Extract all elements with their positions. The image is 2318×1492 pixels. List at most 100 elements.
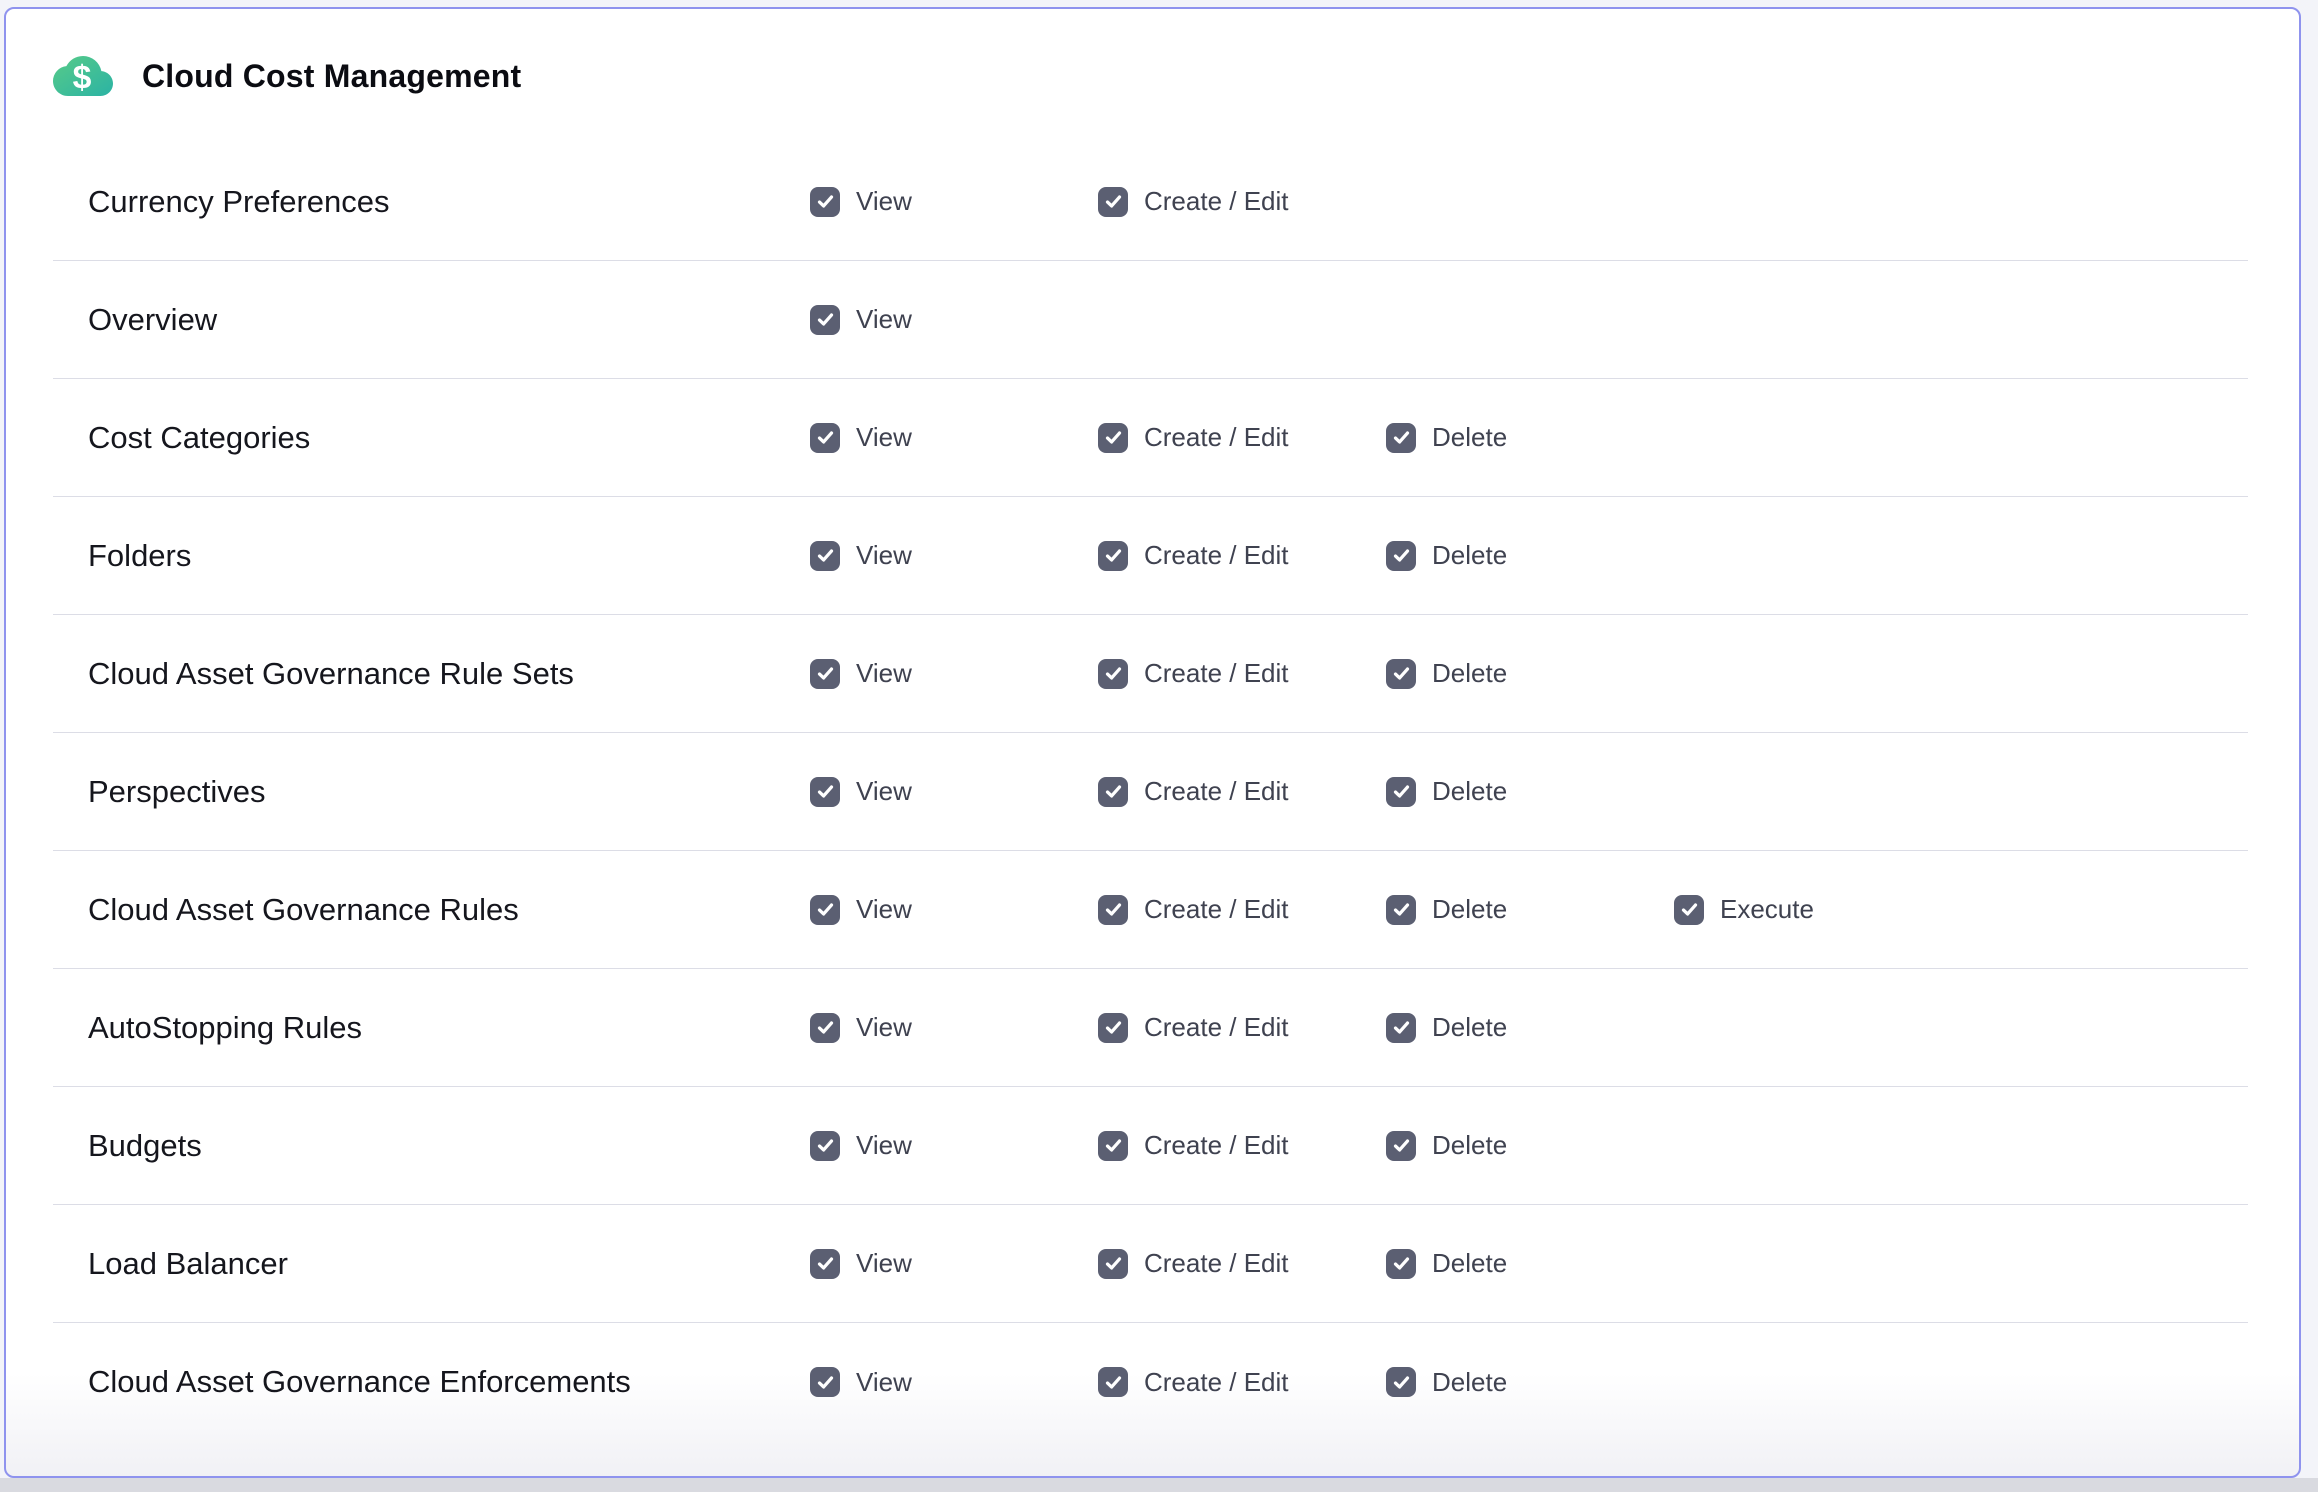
permission-cell-delete: Delete: [1386, 1367, 1674, 1398]
permission-cell-delete: Delete: [1386, 776, 1674, 807]
permission-row: Overview View: [53, 261, 2248, 379]
permission-label: Delete: [1432, 1130, 1507, 1161]
permission-cell-create-edit: Create / Edit: [1098, 658, 1386, 689]
permission-cell-view: View: [810, 776, 1098, 807]
permission-cell-view: View: [810, 658, 1098, 689]
checkbox-view[interactable]: [810, 1131, 840, 1161]
check-icon: [816, 1254, 835, 1273]
check-icon: [1104, 1373, 1123, 1392]
permission-label: Create / Edit: [1144, 894, 1289, 925]
permission-cell-view: View: [810, 1367, 1098, 1398]
check-icon: [1392, 1373, 1411, 1392]
permission-cell-delete: Delete: [1386, 1130, 1674, 1161]
checkbox-view[interactable]: [810, 659, 840, 689]
check-icon: [1392, 1018, 1411, 1037]
checkbox-view[interactable]: [810, 1367, 840, 1397]
permission-cell-create-edit: Create / Edit: [1098, 1012, 1386, 1043]
permission-cell-create-edit: Create / Edit: [1098, 1130, 1386, 1161]
permission-row: Load Balancer ViewCreate / EditDelete: [53, 1205, 2248, 1323]
check-icon: [1104, 192, 1123, 211]
page-bottom-strip: [0, 1478, 2318, 1492]
check-icon: [1392, 900, 1411, 919]
checkbox-view[interactable]: [810, 423, 840, 453]
cloud-dollar-icon: $: [52, 51, 114, 101]
permission-cell-create-edit: Create / Edit: [1098, 422, 1386, 453]
checkbox-view[interactable]: [810, 305, 840, 335]
permission-cell-delete: Delete: [1386, 540, 1674, 571]
permission-cell-view: View: [810, 304, 1098, 335]
checkbox-delete[interactable]: [1386, 895, 1416, 925]
permission-row: AutoStopping Rules ViewCreate / EditDele…: [53, 969, 2248, 1087]
permission-cell-delete: Delete: [1386, 894, 1674, 925]
resource-label: Folders: [88, 538, 810, 574]
permission-cell-view: View: [810, 540, 1098, 571]
checkbox-create-edit[interactable]: [1098, 659, 1128, 689]
resource-label: Cloud Asset Governance Enforcements: [88, 1364, 810, 1400]
permission-cell-delete: Delete: [1386, 422, 1674, 453]
check-icon: [1104, 900, 1123, 919]
check-icon: [1392, 782, 1411, 801]
check-icon: [1680, 900, 1699, 919]
checkbox-delete[interactable]: [1386, 1367, 1416, 1397]
checkbox-view[interactable]: [810, 895, 840, 925]
permission-cell-view: View: [810, 1248, 1098, 1279]
check-icon: [1392, 1136, 1411, 1155]
permission-row: Cloud Asset Governance Enforcements View…: [53, 1323, 2248, 1441]
permission-label: View: [856, 894, 912, 925]
checkbox-create-edit[interactable]: [1098, 1131, 1128, 1161]
checkbox-create-edit[interactable]: [1098, 187, 1128, 217]
checkbox-delete[interactable]: [1386, 777, 1416, 807]
permission-row: Currency Preferences ViewCreate / Edit: [53, 143, 2248, 261]
permission-cell-create-edit: Create / Edit: [1098, 1367, 1386, 1398]
check-icon: [816, 1373, 835, 1392]
checkbox-create-edit[interactable]: [1098, 1367, 1128, 1397]
check-icon: [816, 900, 835, 919]
permission-label: Create / Edit: [1144, 1248, 1289, 1279]
permission-label: View: [856, 422, 912, 453]
checkbox-view[interactable]: [810, 1013, 840, 1043]
permission-label: View: [856, 1012, 912, 1043]
permission-label: View: [856, 658, 912, 689]
permission-label: View: [856, 1130, 912, 1161]
checkbox-delete[interactable]: [1386, 659, 1416, 689]
checkbox-create-edit[interactable]: [1098, 423, 1128, 453]
permission-cell-execute: Execute: [1674, 894, 1962, 925]
check-icon: [816, 664, 835, 683]
checkbox-view[interactable]: [810, 1249, 840, 1279]
checkbox-create-edit[interactable]: [1098, 541, 1128, 571]
resource-label: AutoStopping Rules: [88, 1010, 810, 1046]
checkbox-view[interactable]: [810, 187, 840, 217]
permission-row: Folders ViewCreate / EditDelete: [53, 497, 2248, 615]
permission-row: Cloud Asset Governance Rules ViewCreate …: [53, 851, 2248, 969]
checkbox-create-edit[interactable]: [1098, 777, 1128, 807]
checkbox-create-edit[interactable]: [1098, 1249, 1128, 1279]
dollar-glyph: $: [73, 58, 92, 96]
permission-label: Delete: [1432, 776, 1507, 807]
permission-label: Delete: [1432, 894, 1507, 925]
check-icon: [816, 1018, 835, 1037]
check-icon: [816, 192, 835, 211]
permission-label: View: [856, 186, 912, 217]
permission-cell-create-edit: Create / Edit: [1098, 186, 1386, 217]
permission-cell-create-edit: Create / Edit: [1098, 894, 1386, 925]
check-icon: [816, 782, 835, 801]
permission-row: Budgets ViewCreate / EditDelete: [53, 1087, 2248, 1205]
checkbox-delete[interactable]: [1386, 1131, 1416, 1161]
checkbox-view[interactable]: [810, 541, 840, 571]
check-icon: [1104, 1018, 1123, 1037]
checkbox-delete[interactable]: [1386, 423, 1416, 453]
checkbox-execute[interactable]: [1674, 895, 1704, 925]
resource-label: Cost Categories: [88, 420, 810, 456]
checkbox-create-edit[interactable]: [1098, 895, 1128, 925]
permissions-list: Currency Preferences ViewCreate / Edit O…: [6, 143, 2299, 1441]
permission-label: Delete: [1432, 1367, 1507, 1398]
checkbox-delete[interactable]: [1386, 541, 1416, 571]
permission-cell-delete: Delete: [1386, 658, 1674, 689]
checkbox-delete[interactable]: [1386, 1013, 1416, 1043]
checkbox-view[interactable]: [810, 777, 840, 807]
check-icon: [1392, 546, 1411, 565]
check-icon: [1104, 1254, 1123, 1273]
permission-label: View: [856, 1367, 912, 1398]
checkbox-create-edit[interactable]: [1098, 1013, 1128, 1043]
checkbox-delete[interactable]: [1386, 1249, 1416, 1279]
